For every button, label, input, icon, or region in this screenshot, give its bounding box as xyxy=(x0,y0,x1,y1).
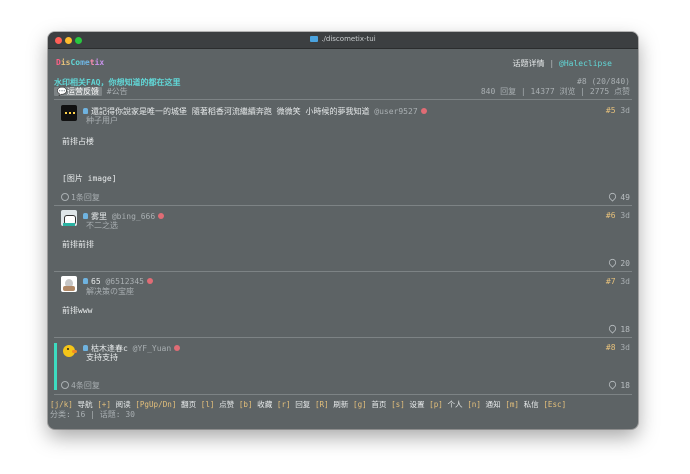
heart-icon xyxy=(607,191,618,202)
post-number: #5 xyxy=(605,106,616,115)
topic-meta: 💬运营反馈 #公告 xyxy=(54,86,128,97)
post-image-placeholder[interactable]: [图片 image] xyxy=(62,173,117,184)
divider xyxy=(54,271,632,272)
topic-stats: 840 回复 | 14377 浏览 | 2775 点赞 xyxy=(480,87,630,96)
post-age: 3d xyxy=(620,343,630,352)
badge-icon xyxy=(174,345,181,351)
divider xyxy=(54,337,632,338)
post-replies[interactable]: 1条回复 xyxy=(61,192,100,203)
brand-part: me xyxy=(80,58,90,67)
post-number: #6 xyxy=(605,211,616,220)
post-author-title: 不二之选 xyxy=(86,221,118,230)
post-body: 前排www xyxy=(62,306,93,315)
post-author-handle[interactable]: @bing_666 xyxy=(112,212,155,221)
heart-icon xyxy=(607,257,618,268)
post-likes[interactable]: 49 xyxy=(607,191,630,202)
shortcut[interactable]: [l] 点赞 xyxy=(201,400,234,409)
user-handle[interactable]: @Haleclipse xyxy=(559,59,612,68)
badge-icon xyxy=(158,213,165,219)
shortcut[interactable]: [R] 刷新 xyxy=(315,400,348,409)
post-author-line: 還記得你說家是唯一的城堡 隨著稻香河流繼續奔跑 微微笑 小時候的夢我知道 @us… xyxy=(83,106,427,117)
avatar[interactable] xyxy=(61,105,77,121)
shortcut[interactable]: [m] 私信 xyxy=(505,400,538,409)
divider xyxy=(54,394,632,395)
category-badge[interactable]: 💬运营反馈 xyxy=(54,87,102,96)
avatar[interactable] xyxy=(61,210,77,226)
post-likes[interactable]: 20 xyxy=(607,257,630,268)
reply-icon xyxy=(61,193,69,201)
shortcut[interactable]: [PgUp/Dn] 翻页 xyxy=(135,400,196,409)
user-icon xyxy=(83,278,88,284)
post-meta: #7 3d xyxy=(606,277,630,286)
header-separator: | xyxy=(549,59,555,68)
post-body: 前排占楼 xyxy=(62,137,94,146)
divider xyxy=(54,205,632,206)
app-logo: DisCometix xyxy=(56,58,104,67)
post-likes[interactable]: 18 xyxy=(607,379,630,390)
divider xyxy=(54,99,632,100)
post-age: 3d xyxy=(620,277,630,286)
shortcut[interactable]: [Esc] xyxy=(543,400,566,409)
post-meta: #5 3d xyxy=(606,106,630,115)
reply-icon xyxy=(61,381,69,389)
selection-indicator xyxy=(54,343,57,390)
post-likes[interactable]: 18 xyxy=(607,323,630,334)
post-author-name[interactable]: 還記得你說家是唯一的城堡 隨著稻香河流繼續奔跑 微微笑 小時候的夢我知道 xyxy=(91,107,369,116)
status-line: 分类: 16 | 话题: 30 xyxy=(50,410,135,419)
post-body: 支持支持 xyxy=(86,353,118,362)
post-author-name[interactable]: 65 xyxy=(91,277,101,286)
avatar[interactable] xyxy=(61,342,77,358)
post-author-handle[interactable]: @user9527 xyxy=(374,107,417,116)
post-author-handle[interactable]: @6512345 xyxy=(105,277,144,286)
post-age: 3d xyxy=(620,211,630,220)
heart-icon xyxy=(607,323,618,334)
post-replies[interactable]: 4条回复 xyxy=(61,380,100,391)
user-icon xyxy=(83,345,88,351)
shortcut[interactable]: [n] 通知 xyxy=(467,400,500,409)
title-bar: ./discometix-tui xyxy=(48,32,638,49)
shortcut[interactable]: [+] 阅读 xyxy=(97,400,130,409)
post-author-handle[interactable]: @YF_Yuan xyxy=(133,344,172,353)
shortcut[interactable]: [b] 收藏 xyxy=(239,400,272,409)
heart-icon xyxy=(607,379,618,390)
topic-position: #8 (20/840) xyxy=(577,77,630,86)
window-title: ./discometix-tui xyxy=(48,35,638,43)
brand-part: Co xyxy=(70,58,81,67)
post-number: #7 xyxy=(605,277,616,286)
post-meta: #8 3d xyxy=(606,343,630,352)
shortcut[interactable]: [j/k] 导航 xyxy=(50,400,93,409)
post-author-title: 种子用户 xyxy=(86,116,118,125)
shortcut[interactable]: [p] 个人 xyxy=(429,400,462,409)
chat-icon: 💬 xyxy=(57,87,67,96)
shortcut[interactable]: [r] 回复 xyxy=(277,400,310,409)
view-label: 话题详情 xyxy=(512,59,545,68)
folder-icon xyxy=(310,36,319,42)
post-author-line: 65 @6512345 xyxy=(83,277,153,286)
post-author-title: 解决策の宝座 xyxy=(86,287,134,296)
user-icon xyxy=(83,108,88,114)
user-icon xyxy=(83,213,88,219)
avatar[interactable] xyxy=(61,276,77,292)
shortcut[interactable]: [g] 首页 xyxy=(353,400,386,409)
brand-part: ix xyxy=(94,58,105,67)
header-right: 话题详情 | @Haleclipse xyxy=(513,58,612,69)
topic-tag[interactable]: #公告 xyxy=(107,87,128,96)
post-meta: #6 3d xyxy=(606,211,630,220)
post-body: 前排前排 xyxy=(62,240,94,249)
terminal-window: ./discometix-tui DisCometix 话题详情 | @Hale… xyxy=(48,32,638,429)
badge-icon xyxy=(147,278,153,284)
shortcut[interactable]: [s] 设置 xyxy=(391,400,424,409)
post-number: #8 xyxy=(605,343,616,352)
post-age: 3d xyxy=(620,106,630,115)
badge-icon xyxy=(420,108,427,114)
